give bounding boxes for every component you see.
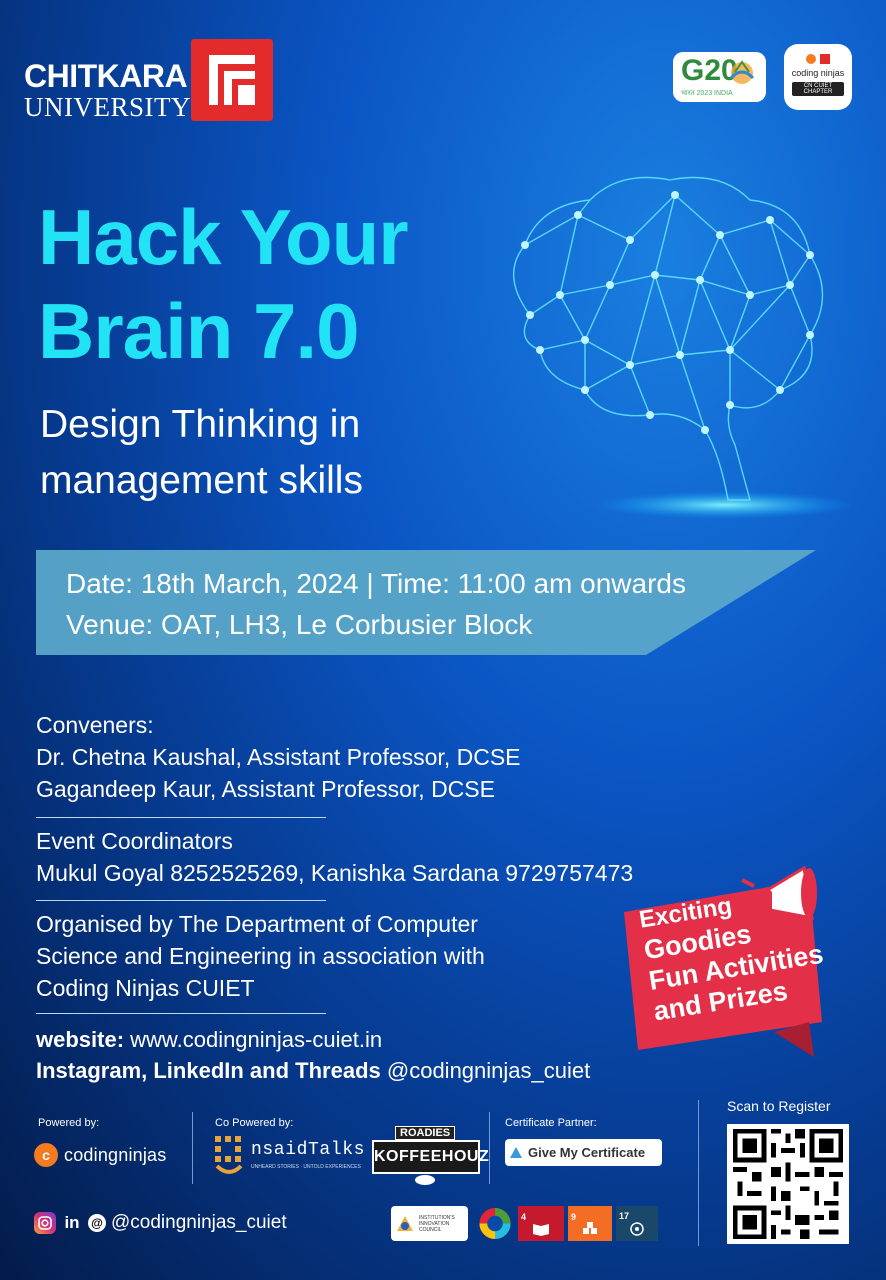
title-line-2: Brain 7.0	[38, 287, 359, 375]
threads-icon[interactable]: @	[88, 1214, 106, 1232]
flower-icon	[630, 1221, 644, 1236]
codingninjas-logo: c codingninjas	[34, 1140, 184, 1170]
cn-chapter-badge: coding ninjas CN CUIET CHAPTER	[784, 44, 852, 110]
university-name: CHITKARA	[24, 58, 188, 94]
sdg-17-badge: 17	[616, 1206, 658, 1241]
unsaidtalks-tag: UNHEARD STORIES · UNTOLD EXPERIENCES	[251, 1164, 361, 1170]
divider	[192, 1112, 193, 1184]
convener-item: Dr. Chetna Kaushal, Assistant Professor,…	[36, 744, 521, 770]
koffeehouz-top: ROADIES	[395, 1126, 456, 1140]
cubes-icon	[583, 1221, 597, 1234]
book-icon	[533, 1223, 549, 1236]
subtitle-line-2: management skills	[40, 459, 363, 502]
codingninjas-icon: c	[34, 1143, 58, 1167]
organiser-line: Organised by The Department of Computer	[36, 911, 478, 937]
conveners-block: Conveners: Dr. Chetna Kaushal, Assistant…	[36, 709, 521, 805]
divider	[489, 1112, 490, 1184]
conveners-heading: Conveners:	[36, 712, 154, 738]
g20-logo: G20 भारत 2023 INDIA	[673, 52, 766, 102]
brain-network-icon	[513, 176, 850, 519]
footer-social-handle[interactable]: @codingninjas_cuiet	[111, 1212, 287, 1234]
subtitle-line-1: Design Thinking in	[40, 403, 361, 446]
organiser-line: Science and Engineering in association w…	[36, 943, 485, 969]
social-handle-link[interactable]: @codingninjas_cuiet	[387, 1058, 590, 1083]
website-link[interactable]: www.codingninjas-cuiet.in	[130, 1027, 382, 1052]
sdg-9-badge: 9	[568, 1206, 612, 1241]
divider	[36, 1013, 326, 1014]
sdg-9-number: 9	[571, 1211, 577, 1222]
codingninjas-name: codingninjas	[64, 1144, 167, 1165]
koffeehouz-logo: ROADIES KOFFEEHOUZ	[372, 1126, 489, 1188]
sdg-4-badge: 4	[518, 1206, 564, 1241]
iic-logo: INSTITUTION'S INNOVATION COUNCIL	[391, 1206, 468, 1241]
chapter-badge-sub: CN CUIET CHAPTER	[792, 82, 844, 96]
date-time: Date: 18th March, 2024 | Time: 11:00 am …	[66, 568, 686, 599]
iic-icon	[397, 1215, 413, 1231]
certificate-name: Give My Certificate	[528, 1145, 646, 1160]
date-venue-text: Date: 18th March, 2024 | Time: 11:00 am …	[66, 563, 686, 645]
title-line-1: Hack Your	[38, 193, 409, 281]
event-subtitle: Design Thinking in management skills	[40, 397, 363, 509]
event-poster: CHITKARA UNIVERSITY G20 भारत 2023 INDIA …	[0, 0, 886, 1280]
university-sub: UNIVERSITY	[24, 92, 191, 122]
divider	[36, 817, 326, 818]
sdg-4-number: 4	[521, 1211, 527, 1222]
university-logo-text: CHITKARA UNIVERSITY	[24, 60, 191, 122]
venue: Venue: OAT, LH3, Le Corbusier Block	[66, 609, 533, 640]
social-row: in @ @codingninjas_cuiet	[34, 1212, 287, 1234]
organiser-line: Coding Ninjas CUIET	[36, 975, 255, 1001]
g20-sub: भारत 2023 INDIA	[681, 90, 733, 97]
coordinators-text: Mukul Goyal 8252525269, Kanishka Sardana…	[36, 860, 634, 886]
givemycertificate-logo: Give My Certificate	[505, 1139, 662, 1166]
co-powered-label: Co Powered by:	[215, 1117, 294, 1129]
unsaidtalks-name: nsaidTalks	[251, 1140, 366, 1160]
coordinators-heading: Event Coordinators	[36, 828, 233, 854]
iic-text: INSTITUTION'S INNOVATION COUNCIL	[419, 1214, 455, 1233]
certificate-label: Certificate Partner:	[505, 1117, 597, 1129]
website-label: website:	[36, 1027, 125, 1052]
links-block: website: www.codingninjas-cuiet.in Insta…	[36, 1024, 590, 1086]
divider	[698, 1100, 699, 1246]
university-logo-icon	[191, 39, 273, 121]
organiser-block: Organised by The Department of Computer …	[36, 908, 485, 1004]
chapter-badge-name: coding ninjas	[791, 68, 845, 78]
coordinators-block: Event Coordinators Mukul Goyal 825252526…	[36, 825, 633, 889]
koffeehouz-name: KOFFEEHOUZ	[372, 1140, 489, 1174]
social-label: Instagram, LinkedIn and Threads	[36, 1058, 381, 1083]
unsaidtalks-icon	[215, 1136, 243, 1174]
divider	[36, 900, 326, 901]
certificate-icon	[510, 1146, 522, 1158]
sdg-17-number: 17	[619, 1210, 630, 1221]
register-qr-code[interactable]	[727, 1124, 849, 1244]
convener-item: Gagandeep Kaur, Assistant Professor, DCS…	[36, 776, 495, 802]
scan-label: Scan to Register	[727, 1098, 831, 1114]
cup-icon	[415, 1175, 435, 1185]
instagram-icon[interactable]	[34, 1212, 56, 1234]
event-title: Hack Your Brain 7.0	[38, 190, 409, 378]
powered-by-label: Powered by:	[38, 1117, 100, 1129]
linkedin-icon[interactable]: in	[61, 1212, 83, 1234]
sdg-wheel-icon	[479, 1207, 511, 1240]
unsaidtalks-logo: nsaidTalks UNHEARD STORIES · UNTOLD EXPE…	[213, 1134, 366, 1176]
